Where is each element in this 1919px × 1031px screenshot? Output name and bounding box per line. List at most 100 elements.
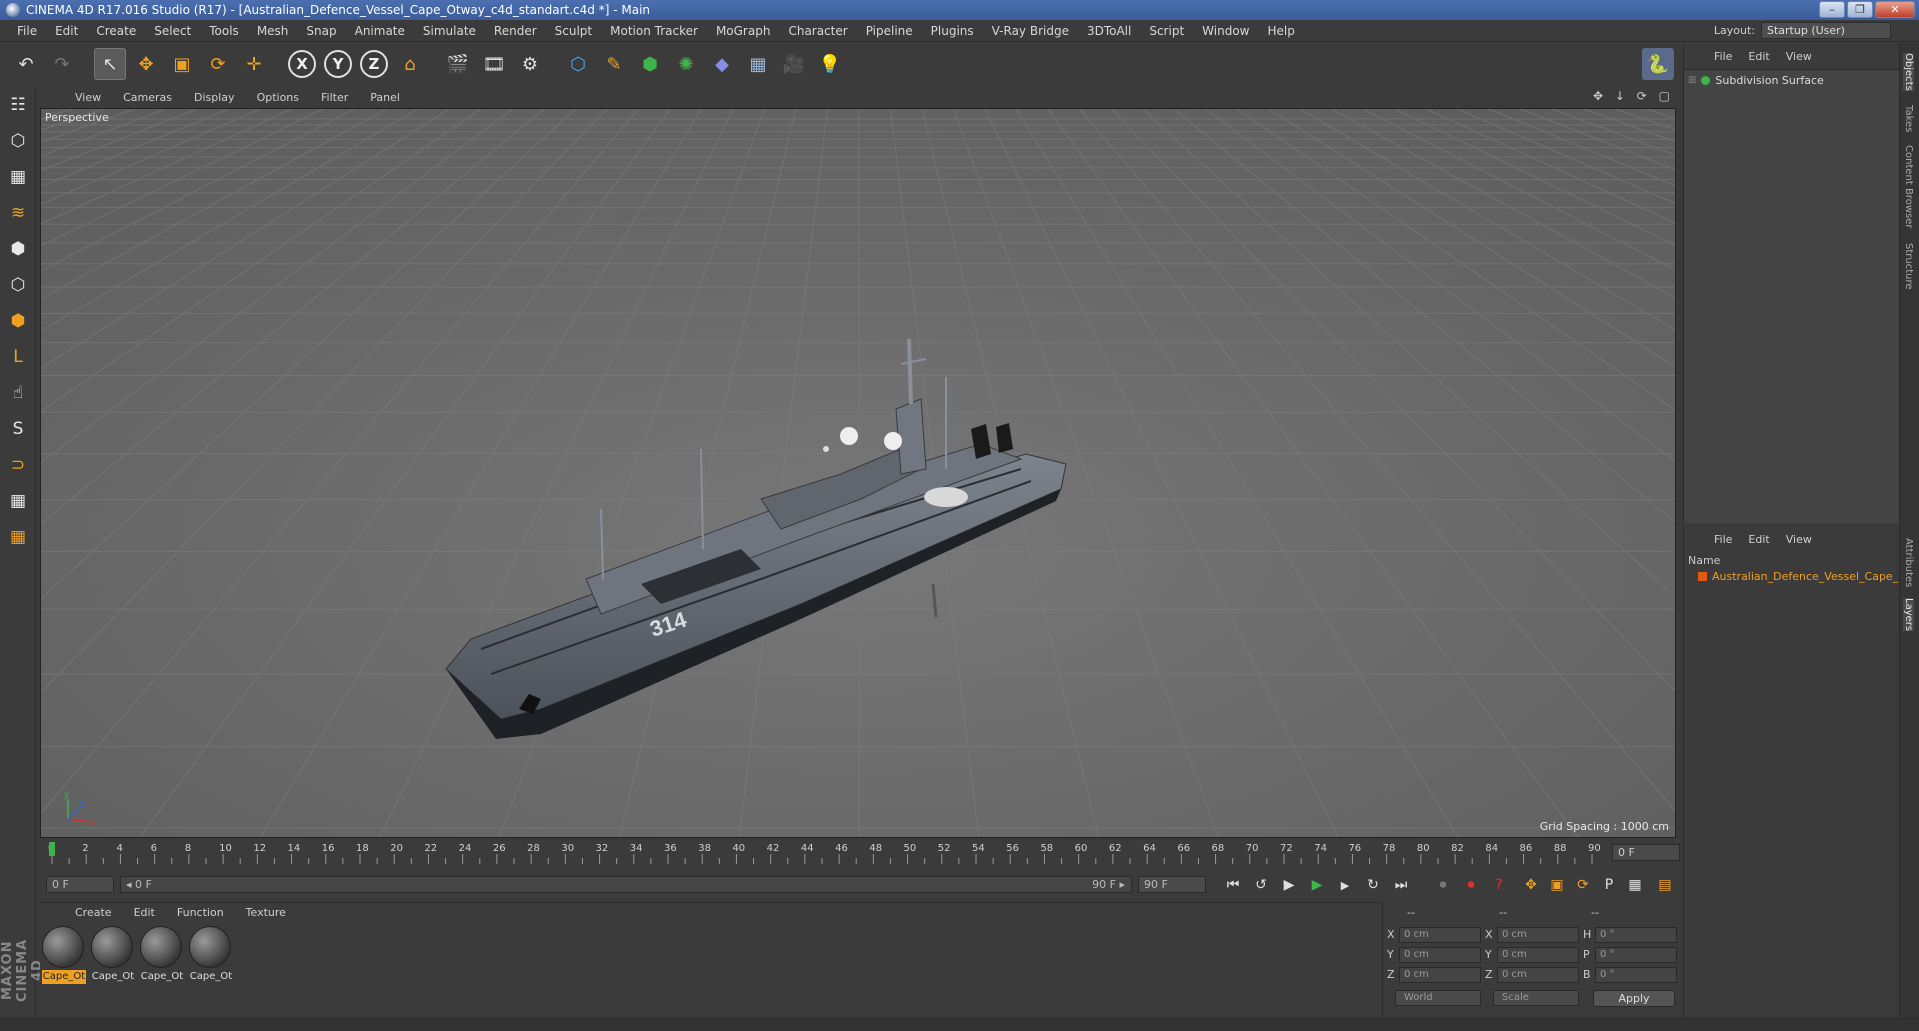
scale-tool-button[interactable]: ▣ (166, 48, 198, 80)
key-parameter-button[interactable]: P (1596, 872, 1622, 898)
menu-help[interactable]: Help (1258, 24, 1303, 38)
key-pla-button[interactable]: ▦ (1622, 872, 1648, 898)
viewport-menu-view[interactable]: View (64, 91, 112, 104)
go-to-end-button[interactable]: ⏭ (1388, 872, 1414, 898)
select-tool-button[interactable]: ↖ (94, 48, 126, 80)
keyframe-selection-button[interactable]: ? (1486, 872, 1512, 898)
menu-sculpt[interactable]: Sculpt (546, 24, 601, 38)
coord-rot-b-field[interactable]: 0 ° (1595, 967, 1677, 983)
menu-3dtoall[interactable]: 3DToAll (1078, 24, 1140, 38)
magnet-icon[interactable]: ⊃ (3, 450, 33, 480)
camera-object-button[interactable]: 🎥 (778, 48, 810, 80)
menu-tools[interactable]: Tools (200, 24, 248, 38)
polygons-mode-icon[interactable]: ⬢ (3, 306, 33, 336)
rotate-tool-button[interactable]: ⟳ (202, 48, 234, 80)
workplane-lock-icon[interactable]: ▦ (3, 486, 33, 516)
axis-x-toggle[interactable]: X (288, 50, 316, 78)
layers-menu-view[interactable]: View (1778, 533, 1820, 546)
transform-tool-button[interactable]: ✛ (238, 48, 270, 80)
name-column-header[interactable]: Name (1688, 554, 1720, 567)
menu-mesh[interactable]: Mesh (248, 24, 298, 38)
tab-structure[interactable]: Structure (1903, 243, 1914, 290)
python-icon[interactable]: 🐍 (1642, 48, 1674, 80)
snap-icon[interactable]: S (3, 414, 33, 444)
texture-mode-icon[interactable]: ▦ (3, 162, 33, 192)
size-mode-select[interactable]: Scale (1493, 990, 1579, 1006)
material-item[interactable]: Cape_Ot (140, 926, 184, 984)
coord-pos-x-field[interactable]: 0 cm (1399, 927, 1481, 943)
current-frame-field[interactable]: 0 F (1612, 844, 1680, 861)
make-editable-icon[interactable]: ☷ (3, 90, 33, 120)
viewport-navigation-icons[interactable]: ✥ ↓ ⟳ ▢ (1593, 89, 1674, 103)
menu-motion-tracker[interactable]: Motion Tracker (601, 24, 707, 38)
tweak-mode-icon[interactable]: ☝ (3, 378, 33, 408)
objects-menu-file[interactable]: File (1706, 50, 1740, 63)
layer-row[interactable]: Australian_Defence_Vessel_Cape_ (1698, 570, 1898, 583)
objects-menu-view[interactable]: View (1778, 50, 1820, 63)
spline-pen-button[interactable]: ✎ (598, 48, 630, 80)
axis-mode-icon[interactable]: L (3, 342, 33, 372)
menu-simulate[interactable]: Simulate (414, 24, 485, 38)
menu-render[interactable]: Render (485, 24, 546, 38)
tab-takes[interactable]: Takes (1903, 105, 1914, 132)
material-menu-create[interactable]: Create (64, 906, 123, 919)
light-object-button[interactable]: 💡 (814, 48, 846, 80)
menu-mograph[interactable]: MoGraph (707, 24, 780, 38)
coordinate-system-button[interactable]: ⌂ (394, 48, 426, 80)
menu-vray-bridge[interactable]: V-Ray Bridge (983, 24, 1078, 38)
subdivision-surface-button[interactable]: ⬢ (634, 48, 666, 80)
coord-size-z-field[interactable]: 0 cm (1497, 967, 1579, 983)
menu-character[interactable]: Character (779, 24, 856, 38)
viewport-menu-panel[interactable]: Panel (359, 91, 411, 104)
menu-select[interactable]: Select (145, 24, 200, 38)
expand-icon[interactable]: ⊞ (1688, 75, 1696, 86)
menu-pipeline[interactable]: Pipeline (857, 24, 922, 38)
layers-menu-file[interactable]: File (1706, 533, 1740, 546)
frame-range-slider[interactable]: ◂ 0 F 90 F ▸ (120, 876, 1132, 893)
objects-menu-edit[interactable]: Edit (1740, 50, 1777, 63)
axis-z-toggle[interactable]: Z (360, 50, 388, 78)
deformer-button[interactable]: ◆ (706, 48, 738, 80)
tab-objects[interactable]: Objects (1903, 53, 1914, 91)
coord-pos-z-field[interactable]: 0 cm (1399, 967, 1481, 983)
menu-plugins[interactable]: Plugins (922, 24, 983, 38)
menu-file[interactable]: File (8, 24, 46, 38)
close-button[interactable]: ✕ (1875, 1, 1915, 18)
menu-edit[interactable]: Edit (46, 24, 87, 38)
coord-pos-y-field[interactable]: 0 cm (1399, 947, 1481, 963)
apply-button[interactable]: Apply (1593, 990, 1675, 1007)
go-to-start-button[interactable]: ⏮ (1220, 872, 1246, 898)
key-scale-button[interactable]: ▣ (1544, 872, 1570, 898)
tab-layers[interactable]: Layers (1903, 598, 1914, 632)
floor-object-button[interactable]: ▦ (742, 48, 774, 80)
key-position-button[interactable]: ✥ (1518, 872, 1544, 898)
timeline-ruler[interactable]: 0246810121416182022242628303234363840424… (40, 840, 1680, 866)
redo-button[interactable]: ↷ (46, 48, 78, 80)
viewport-menu-options[interactable]: Options (246, 91, 310, 104)
menu-snap[interactable]: Snap (297, 24, 345, 38)
material-item[interactable]: Cape_Ot (91, 926, 135, 984)
points-mode-icon[interactable]: ⬢ (3, 234, 33, 264)
viewport-menu-filter[interactable]: Filter (310, 91, 359, 104)
auto-keying-button[interactable]: ⏺ (1458, 872, 1484, 898)
maximize-button[interactable]: ❐ (1847, 1, 1873, 18)
planar-workplane-icon[interactable]: ▦ (3, 522, 33, 552)
material-menu-edit[interactable]: Edit (123, 906, 166, 919)
record-key-button[interactable]: ⏺ (1430, 872, 1456, 898)
material-item[interactable]: Cape_Ot (189, 926, 233, 984)
menu-window[interactable]: Window (1193, 24, 1258, 38)
coord-size-y-field[interactable]: 0 cm (1497, 947, 1579, 963)
next-key-button[interactable]: ↻ (1360, 872, 1386, 898)
cube-object-button[interactable]: ⬡ (562, 48, 594, 80)
move-tool-button[interactable]: ✥ (130, 48, 162, 80)
workplane-mode-icon[interactable]: ≋ (3, 198, 33, 228)
play-button[interactable]: ▶ (1304, 872, 1330, 898)
render-picture-viewer-button[interactable]: 🎞 (478, 48, 510, 80)
tab-content-browser[interactable]: Content Browser (1903, 145, 1914, 228)
menu-script[interactable]: Script (1140, 24, 1193, 38)
coord-rot-p-field[interactable]: 0 ° (1595, 947, 1677, 963)
array-object-button[interactable]: ✺ (670, 48, 702, 80)
viewport-menu-cameras[interactable]: Cameras (112, 91, 183, 104)
viewport-camera-label[interactable]: Perspective (45, 111, 109, 124)
material-menu-function[interactable]: Function (166, 906, 235, 919)
